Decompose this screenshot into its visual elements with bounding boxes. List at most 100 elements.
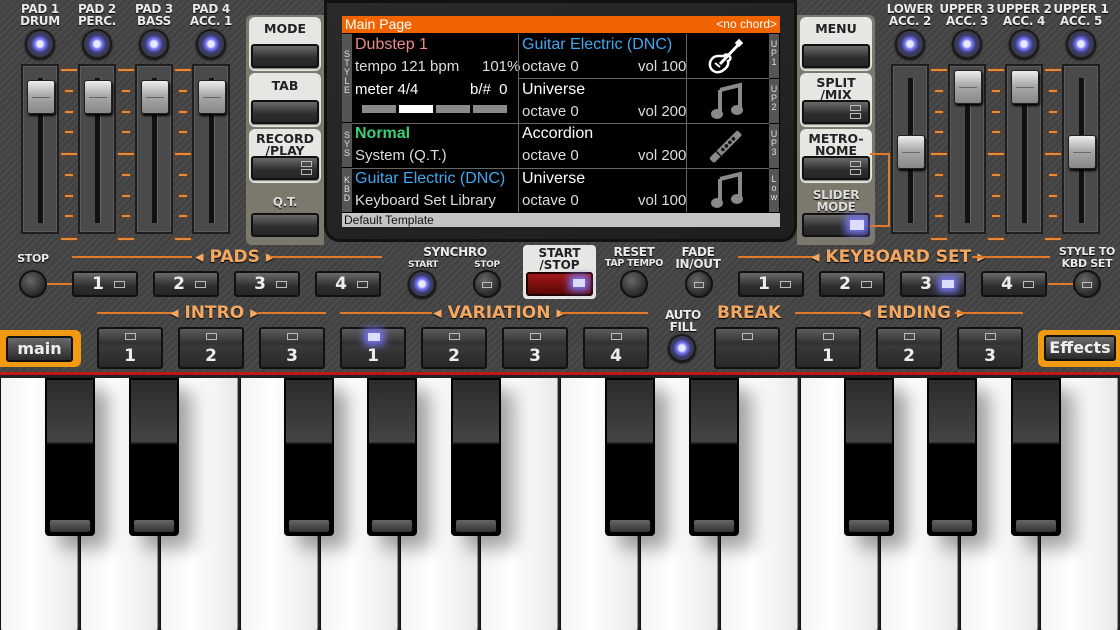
up2-tag: UP2 — [769, 79, 779, 123]
part-fader-3[interactable] — [1005, 64, 1043, 234]
pad-fader-knob[interactable] — [198, 80, 226, 115]
part-fader-1[interactable] — [891, 64, 929, 234]
indicator-icon — [287, 333, 298, 340]
keyboard-set-button-4[interactable]: 4 — [981, 271, 1047, 297]
record-play-button[interactable] — [251, 156, 319, 180]
part-fader-2[interactable] — [948, 64, 986, 234]
fader-scale-tick — [935, 174, 943, 176]
pad4-mute-button[interactable] — [196, 29, 226, 59]
black-key[interactable] — [45, 378, 95, 536]
metronome-button[interactable] — [802, 156, 870, 180]
style-to-kbd-set-button[interactable] — [1073, 270, 1101, 298]
pad-fader-3[interactable] — [135, 64, 173, 234]
indicator-icon — [780, 281, 791, 288]
pad1-label: PAD 1 DRUM — [20, 2, 60, 28]
fader-scale-tick — [118, 153, 134, 155]
split-label: SPLIT/MIX — [816, 75, 856, 102]
pad-fader-2[interactable] — [78, 64, 116, 234]
lower-mute-button[interactable] — [895, 29, 925, 59]
intro-button-2[interactable]: 2 — [178, 327, 244, 369]
fader-scale-tick — [988, 69, 1004, 71]
tab-label: TAB — [271, 78, 299, 93]
keyboard-set-button-2[interactable]: 2 — [819, 271, 885, 297]
up1-tag: UP1 — [769, 34, 779, 78]
pad-button-2[interactable]: 2 — [153, 271, 219, 297]
transpose-value: b/# 0 — [470, 81, 508, 98]
mode-button[interactable] — [251, 44, 319, 68]
pad-fader-knob[interactable] — [141, 80, 169, 115]
part-fader-4[interactable] — [1062, 64, 1100, 234]
pad2-mute-button[interactable] — [82, 29, 112, 59]
kbd-set-number: 2 — [839, 274, 851, 294]
button-number: 1 — [822, 346, 834, 366]
indicator-icon — [904, 333, 915, 340]
indicator-icon — [611, 333, 622, 340]
effects-button[interactable]: Effects — [1044, 335, 1116, 361]
main-button[interactable]: main — [6, 336, 73, 362]
black-key[interactable] — [689, 378, 739, 536]
black-key[interactable] — [1011, 378, 1061, 536]
pad3-mute-button[interactable] — [139, 29, 169, 59]
part-fader-knob[interactable] — [1011, 70, 1039, 104]
kbd-name: Guitar Electric (DNC) — [355, 170, 506, 187]
pad1-mute-button[interactable] — [25, 29, 55, 59]
part-lower-label: LOWER ACC. 2 — [886, 2, 934, 28]
pad-button-1[interactable]: 1 — [72, 271, 138, 297]
pads-stop-button[interactable] — [19, 270, 47, 298]
part-fader-knob[interactable] — [1068, 135, 1096, 169]
pad-button-4[interactable]: 4 — [315, 271, 381, 297]
black-key[interactable] — [284, 378, 334, 536]
pad2-label: PAD 2 PERC. — [77, 2, 117, 28]
synchro-start-button[interactable] — [408, 270, 436, 298]
black-key[interactable] — [927, 378, 977, 536]
fader-scale-tick — [61, 69, 77, 71]
indicator-icon — [530, 333, 541, 340]
sound-name: Guitar Electric (DNC) — [522, 36, 673, 53]
black-key[interactable] — [605, 378, 655, 536]
black-key[interactable] — [451, 378, 501, 536]
auto-fill-button[interactable] — [668, 334, 696, 362]
slider-mode-button[interactable] — [802, 213, 870, 237]
indicator-icon — [449, 333, 460, 340]
start-stop-label: START/STOP — [538, 246, 581, 272]
variation-button-1[interactable]: 1 — [340, 327, 406, 369]
tab-button[interactable] — [251, 100, 319, 124]
reset-tap-tempo-button[interactable] — [620, 270, 648, 298]
start-stop-button[interactable] — [526, 272, 593, 296]
black-key[interactable] — [129, 378, 179, 536]
pad-fader-1[interactable] — [21, 64, 59, 234]
variation-button-2[interactable]: 2 — [421, 327, 487, 369]
active-led-icon — [573, 279, 585, 287]
fader-scale-tick — [122, 195, 130, 197]
pad-fader-knob[interactable] — [84, 80, 112, 115]
keyboard-set-button-3[interactable]: 3 — [900, 271, 966, 297]
pad-button-3[interactable]: 3 — [234, 271, 300, 297]
template-name[interactable]: Default Template — [342, 213, 780, 227]
tempo-value: tempo 121 bpm — [355, 58, 460, 75]
synchro-stop-button[interactable] — [473, 270, 501, 298]
intro-button-1[interactable]: 1 — [97, 327, 163, 369]
pad-fader-knob[interactable] — [27, 80, 55, 115]
upper1-mute-button[interactable] — [1066, 29, 1096, 59]
qt-button[interactable] — [251, 213, 319, 237]
black-key[interactable] — [844, 378, 894, 536]
pad-fader-4[interactable] — [192, 64, 230, 234]
upper2-mute-button[interactable] — [1009, 29, 1039, 59]
style-to-kbd-label: STYLE TO KBD SET — [1058, 245, 1116, 270]
variation-button-3[interactable]: 3 — [502, 327, 568, 369]
menu-button[interactable] — [802, 44, 870, 68]
variation-button-4[interactable]: 4 — [583, 327, 649, 369]
intro-button-3[interactable]: 3 — [259, 327, 325, 369]
break-button[interactable] — [714, 327, 780, 369]
fade-in-out-button[interactable] — [685, 270, 713, 298]
ending-button-1[interactable]: 1 — [795, 327, 861, 369]
ending-button-3[interactable]: 3 — [957, 327, 1023, 369]
split-mix-button[interactable] — [802, 100, 870, 124]
black-key[interactable] — [367, 378, 417, 536]
part-fader-knob[interactable] — [954, 70, 982, 104]
ending-button-2[interactable]: 2 — [876, 327, 942, 369]
keyboard-set-button-1[interactable]: 1 — [738, 271, 804, 297]
part-fader-knob[interactable] — [897, 135, 925, 169]
upper3-mute-button[interactable] — [952, 29, 982, 59]
fader-scale-tick — [65, 195, 73, 197]
